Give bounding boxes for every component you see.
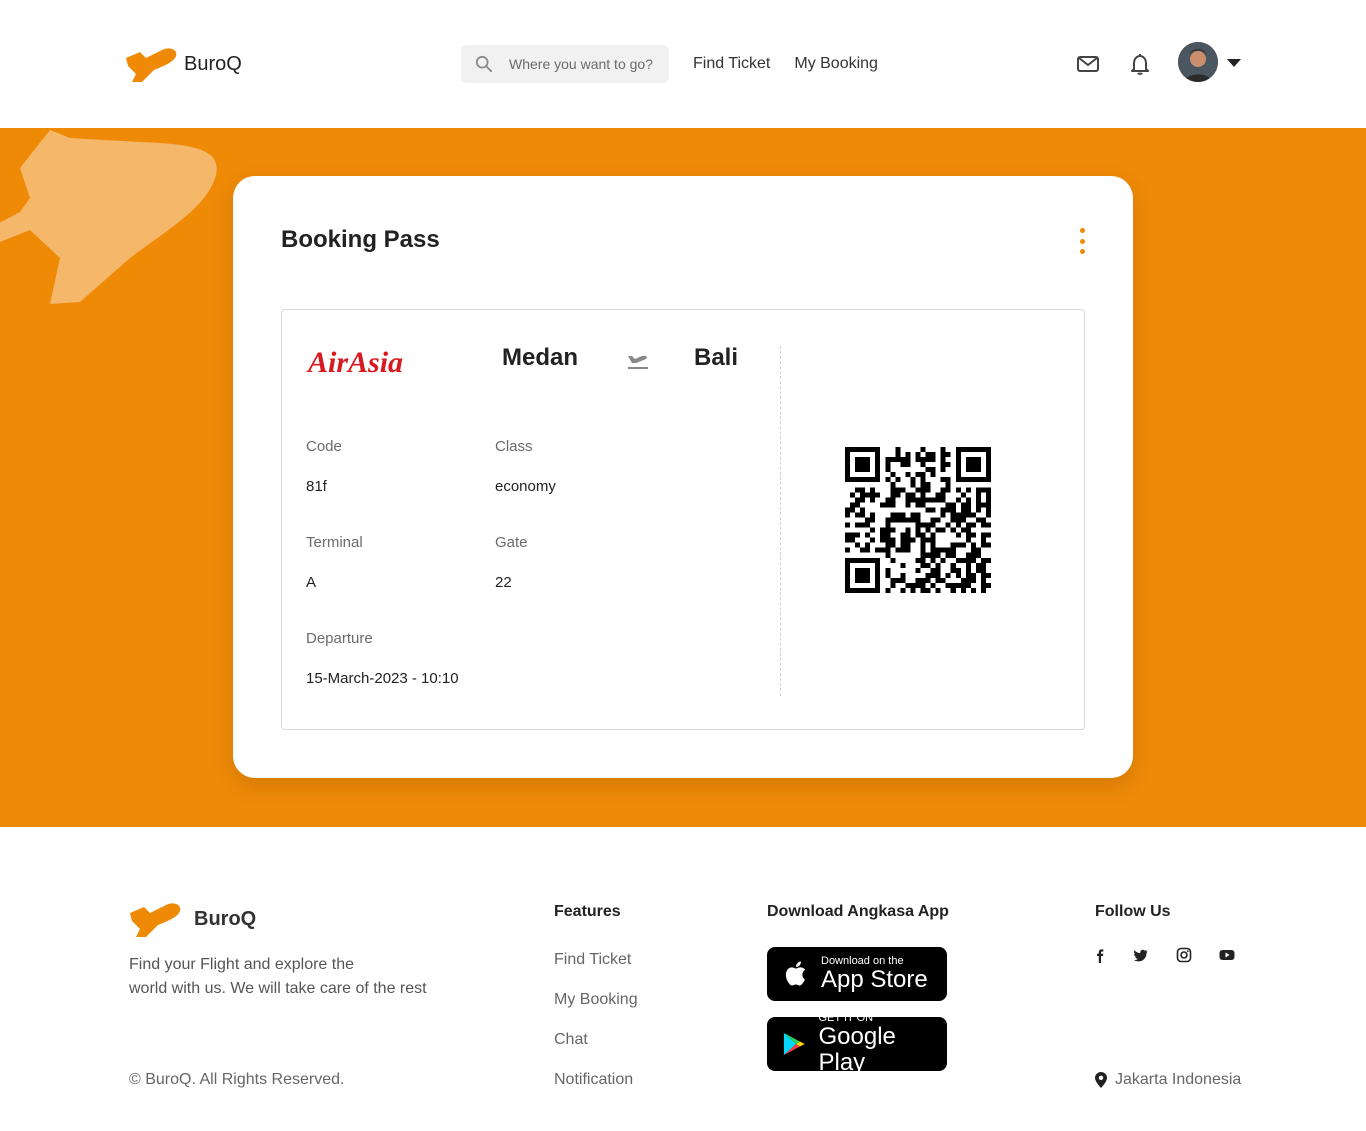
- footer: BuroQ Find your Flight and explore the w…: [0, 827, 1366, 1131]
- app-store-big: App Store: [821, 966, 928, 993]
- footer-brand-name: BuroQ: [194, 907, 257, 930]
- main-nav: Find Ticket My Booking: [693, 55, 878, 73]
- footer-link-notification[interactable]: Notification: [554, 1071, 633, 1089]
- map-pin-icon: [1095, 1072, 1107, 1088]
- brand-name: BuroQ: [184, 52, 242, 75]
- search-icon: [475, 55, 493, 73]
- instagram-icon[interactable]: [1176, 947, 1192, 963]
- copyright: © BuroQ. All Rights Reserved.: [129, 1071, 345, 1088]
- airline-logo: AirAsia: [306, 346, 403, 379]
- features-heading: Features: [554, 903, 621, 920]
- footer-link-find-ticket[interactable]: Find Ticket: [554, 951, 631, 969]
- departure-value: 15-March-2023 - 10:10: [306, 670, 459, 687]
- avatar-image: [1178, 42, 1218, 82]
- top-navbar: BuroQ Find Ticket My Booking: [0, 0, 1366, 128]
- plane-logo-icon: [126, 48, 177, 82]
- google-play-icon: [783, 1032, 805, 1056]
- facebook-icon[interactable]: [1092, 947, 1108, 963]
- ticket: AirAsia Medan Bali Code 81f Class econom…: [281, 309, 1085, 730]
- plane-route-icon: [628, 355, 648, 369]
- gate-label: Gate: [495, 534, 528, 551]
- more-options-icon[interactable]: [1078, 228, 1086, 254]
- gate-value: 22: [495, 574, 512, 591]
- avatar[interactable]: [1178, 42, 1218, 82]
- download-heading: Download Angkasa App: [767, 903, 949, 920]
- caret-down-icon[interactable]: [1226, 58, 1242, 68]
- youtube-icon[interactable]: [1219, 947, 1235, 963]
- bell-icon[interactable]: [1128, 52, 1152, 76]
- booking-pass-card: Booking Pass AirAsia Medan Bali Code 81f…: [233, 176, 1133, 778]
- apple-icon: [785, 961, 806, 986]
- class-value: economy: [495, 478, 556, 495]
- twitter-icon[interactable]: [1132, 947, 1148, 963]
- departure-label: Departure: [306, 630, 373, 647]
- mail-icon[interactable]: [1076, 52, 1100, 76]
- google-play-button[interactable]: GET IT ON Google Play: [767, 1012, 947, 1076]
- plane-logo-icon: [130, 903, 181, 937]
- hero-section: Booking Pass AirAsia Medan Bali Code 81f…: [0, 128, 1366, 827]
- footer-link-my-booking[interactable]: My Booking: [554, 991, 638, 1009]
- destination-city: Bali: [694, 344, 739, 371]
- tagline-line-1: Find your Flight and explore the: [129, 956, 355, 973]
- page-title: Booking Pass: [281, 226, 440, 253]
- qr-code: [845, 447, 991, 593]
- location-text: Jakarta Indonesia: [1115, 1071, 1242, 1088]
- search-bar[interactable]: [461, 45, 669, 83]
- search-input[interactable]: [509, 56, 669, 72]
- location: Jakarta Indonesia: [1095, 1071, 1241, 1089]
- airline-name: AirAsia: [306, 346, 403, 379]
- footer-link-chat[interactable]: Chat: [554, 1031, 588, 1049]
- class-label: Class: [495, 438, 533, 455]
- tagline-line-2: world with us. We will take care of the …: [129, 980, 427, 997]
- follow-heading: Follow Us: [1095, 903, 1171, 920]
- terminal-value: A: [306, 574, 317, 591]
- brand-logo[interactable]: BuroQ: [124, 44, 242, 84]
- terminal-label: Terminal: [306, 534, 363, 551]
- app-store-button[interactable]: Download on the App Store: [767, 947, 947, 1001]
- nav-find-ticket[interactable]: Find Ticket: [693, 55, 770, 73]
- nav-my-booking[interactable]: My Booking: [794, 55, 878, 73]
- footer-tagline: Find your Flight and explore the world w…: [129, 953, 449, 1001]
- code-value: 81f: [306, 478, 327, 495]
- origin-city: Medan: [502, 344, 579, 371]
- code-label: Code: [306, 438, 342, 455]
- ticket-divider: [780, 346, 781, 696]
- google-play-big: Google Play: [818, 1023, 896, 1076]
- decorative-plane-icon: [0, 130, 217, 304]
- footer-brand-logo[interactable]: BuroQ: [128, 899, 256, 939]
